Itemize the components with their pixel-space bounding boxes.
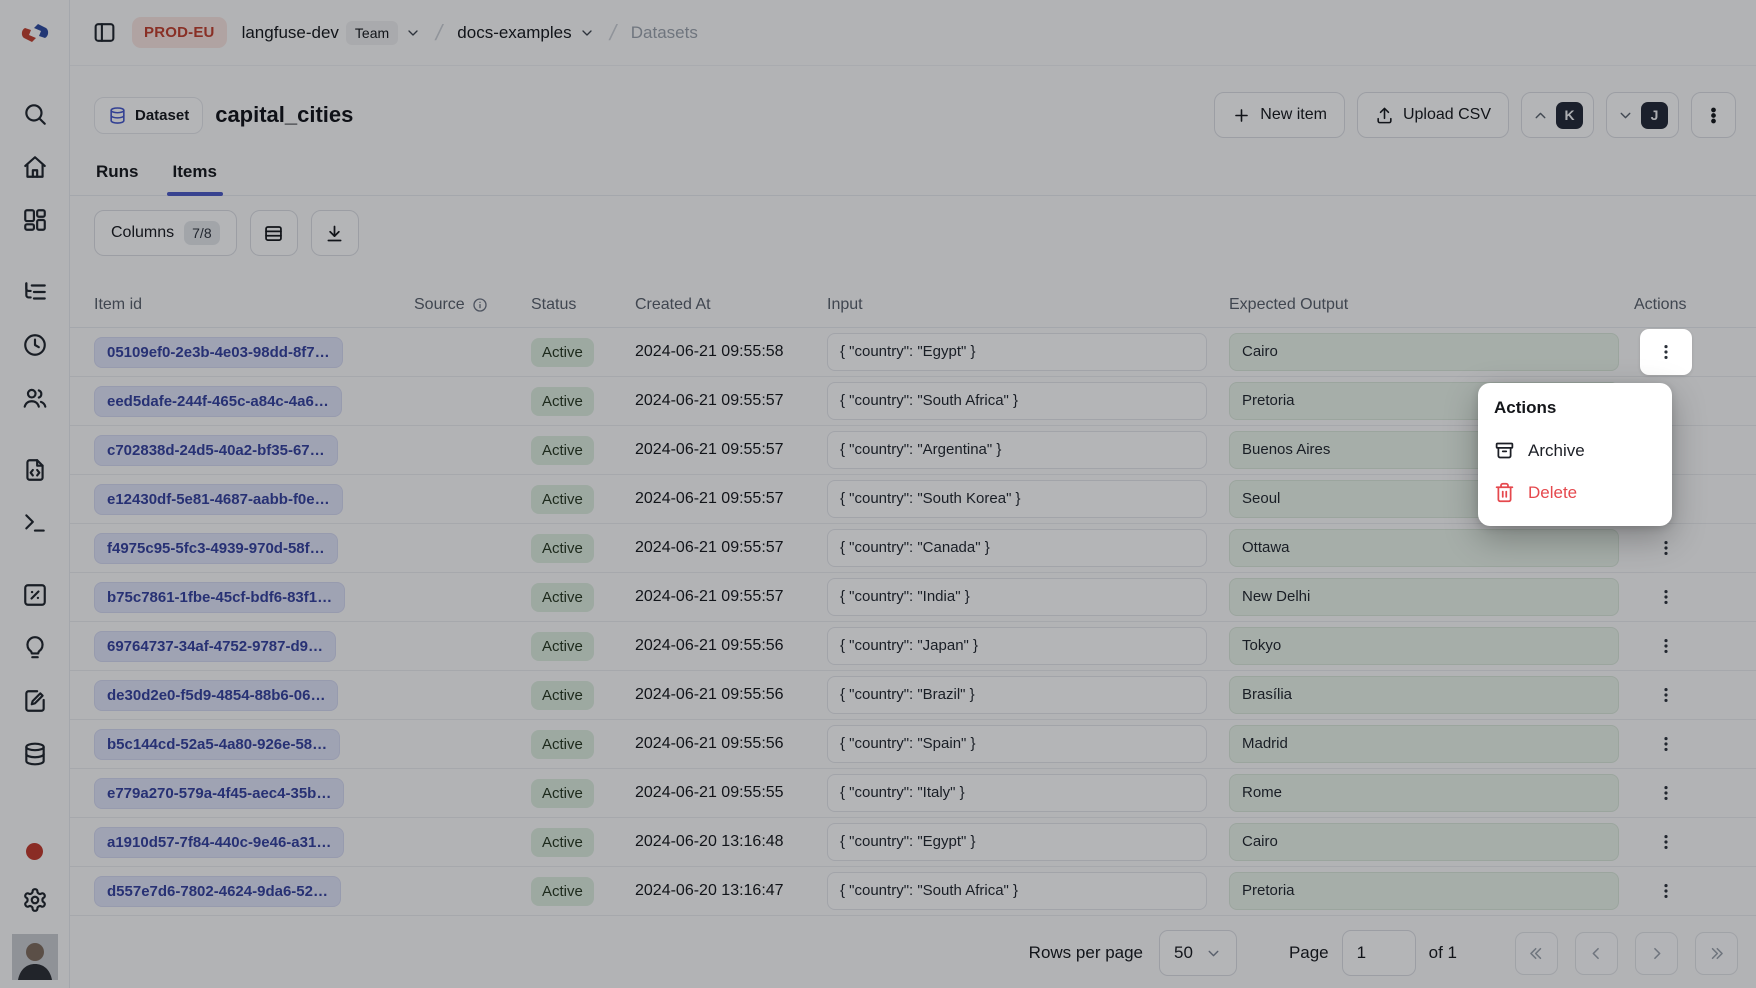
archive-icon	[1494, 440, 1515, 461]
delete-label: Delete	[1528, 483, 1577, 503]
kebab-icon	[1656, 342, 1676, 362]
trash-icon	[1494, 482, 1515, 503]
row-actions-button[interactable]	[1640, 329, 1692, 375]
menu-item-delete[interactable]: Delete	[1494, 476, 1656, 509]
archive-label: Archive	[1528, 441, 1585, 461]
menu-item-archive[interactable]: Archive	[1494, 434, 1656, 467]
menu-title: Actions	[1494, 398, 1656, 418]
row-actions-menu: Actions Archive Delete	[1478, 383, 1672, 526]
